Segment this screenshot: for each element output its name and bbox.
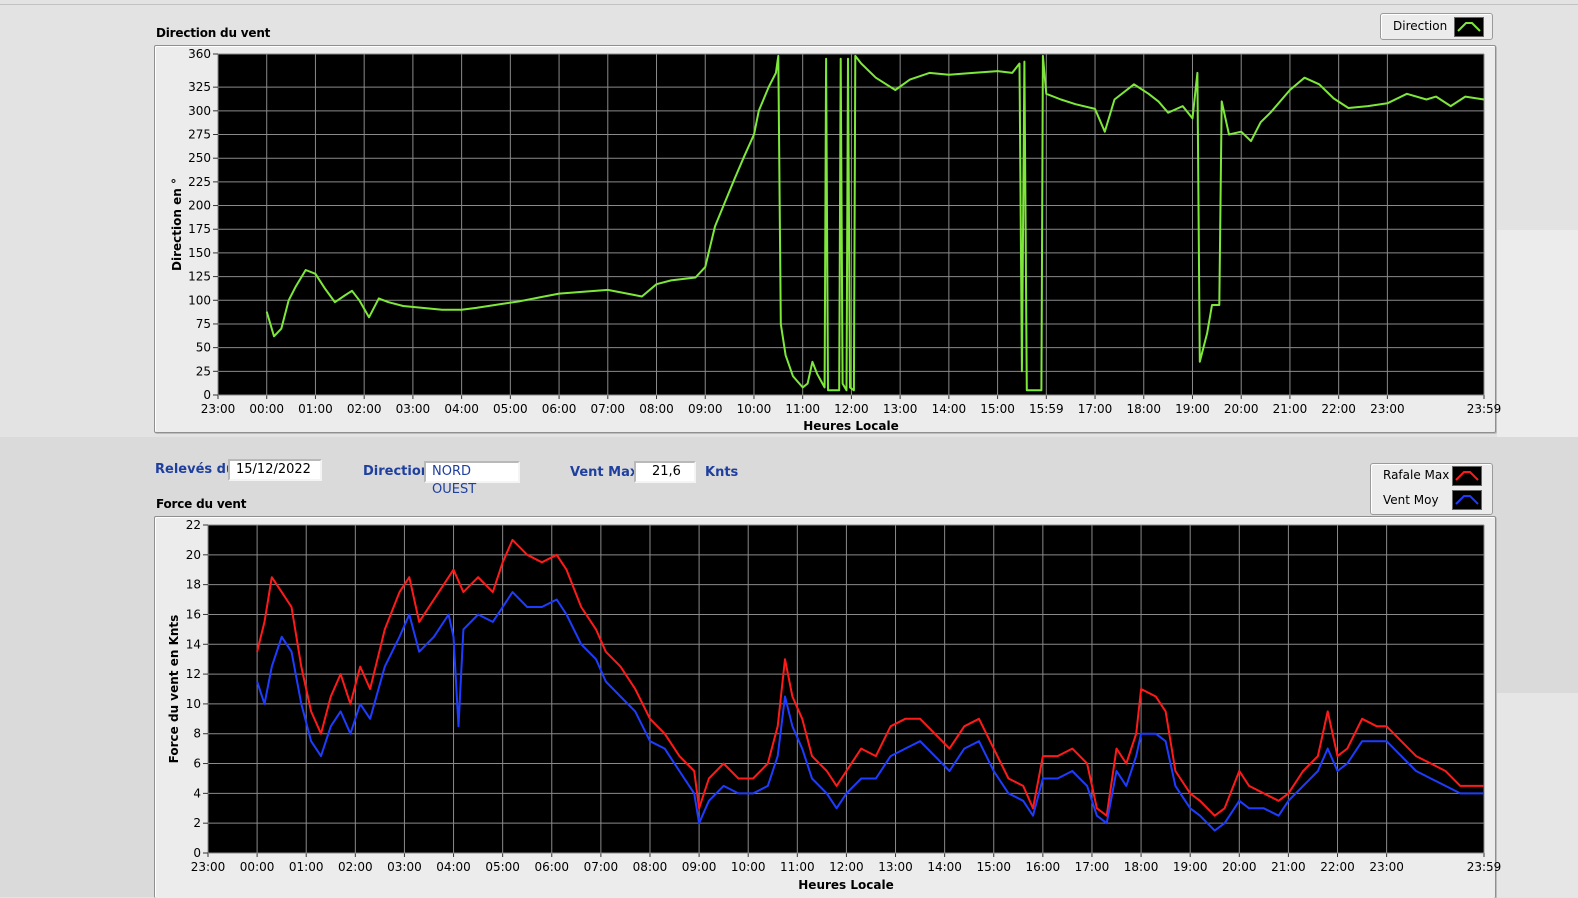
x-tick-label: 01:00 (289, 860, 324, 874)
x-tick-label: 17:00 (1075, 860, 1110, 874)
x-tick-label: 11:00 (780, 860, 815, 874)
x-tick-label: 15:00 (976, 860, 1011, 874)
x-tick-label: 05:00 (485, 860, 520, 874)
x-tick-label: 23:00 (191, 860, 226, 874)
x-tick-label: 23:59 (1467, 860, 1502, 874)
x-tick-label: 08:00 (633, 860, 668, 874)
y-tick-label: 16 (186, 607, 201, 621)
y-tick-label: 20 (186, 548, 201, 562)
y-tick-label: 4 (193, 786, 201, 800)
y-tick-label: 10 (186, 697, 201, 711)
x-tick-label: 09:00 (682, 860, 717, 874)
y-tick-label: 2 (193, 816, 201, 830)
x-tick-label: 23:00 (1369, 860, 1404, 874)
x-tick-label: 02:00 (338, 860, 373, 874)
x-tick-label: 03:00 (387, 860, 422, 874)
y-axis-label: Force du vent en Knts (167, 615, 181, 764)
x-axis-label: Heures Locale (798, 878, 893, 892)
x-tick-label: 18:00 (1124, 860, 1159, 874)
x-tick-label: 16:00 (1026, 860, 1061, 874)
x-tick-label: 12:00 (829, 860, 864, 874)
x-tick-label: 13:00 (878, 860, 913, 874)
y-tick-label: 14 (186, 637, 201, 651)
y-tick-label: 8 (193, 727, 201, 741)
force-chart: 23:00 00:00 01:00 02:00 03:00 04:00 05:00 06:00… (167, 518, 1502, 892)
y-tick-label: 0 (193, 846, 201, 860)
x-tick-label: 07:00 (584, 860, 619, 874)
x-tick-label: 22:00 (1320, 860, 1355, 874)
x-tick-label: 04:00 (436, 860, 471, 874)
x-tick-label: 19:00 (1173, 860, 1208, 874)
y-tick-label: 22 (186, 518, 201, 532)
x-tick-label: 20:00 (1222, 860, 1257, 874)
x-tick-label: 06:00 (534, 860, 569, 874)
x-tick-label: 10:00 (731, 860, 766, 874)
y-tick-label: 18 (186, 578, 201, 592)
x-tick-label: 00:00 (240, 860, 275, 874)
x-tick-label: 14:00 (927, 860, 962, 874)
y-tick-label: 6 (193, 757, 201, 771)
x-tick-label: 21:00 (1271, 860, 1306, 874)
y-tick-label: 12 (186, 667, 201, 681)
